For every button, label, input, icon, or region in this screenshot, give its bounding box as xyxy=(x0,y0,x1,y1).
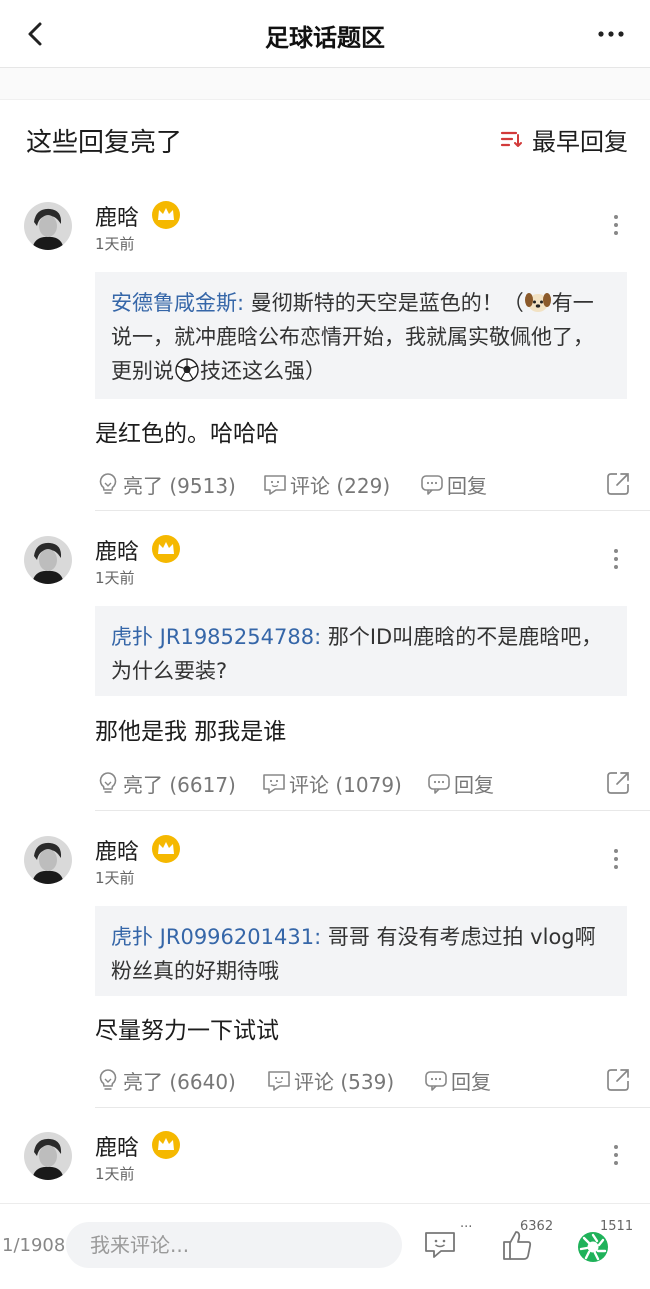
reply-button[interactable]: 回复 xyxy=(426,768,494,798)
lightbulb-icon xyxy=(99,1069,117,1090)
post-time: 1天前 xyxy=(95,235,135,253)
avatar[interactable] xyxy=(24,536,72,584)
username[interactable]: 鹿晗 xyxy=(95,534,139,566)
quoted-comment[interactable]: 安德鲁咸金斯: 曼彻斯特的天空是蓝色的！（ 有一说一，就冲鹿晗公布恋情开始，我就… xyxy=(95,272,627,399)
username[interactable]: 鹿晗 xyxy=(95,834,139,866)
user-photo xyxy=(24,1132,72,1180)
crown-badge-icon xyxy=(152,535,180,563)
lightbulb-icon xyxy=(99,473,117,494)
sort-toggle[interactable]: 最早回复 xyxy=(500,124,628,156)
vertical-ellipsis-icon xyxy=(614,215,618,235)
comment-button[interactable]: 评论 (229) xyxy=(262,469,390,499)
reply-label: 回复 xyxy=(447,473,487,498)
comment-badge: ... xyxy=(460,1216,473,1231)
avatar[interactable] xyxy=(24,1132,72,1180)
light-count: 亮了 (6640) xyxy=(123,1069,236,1094)
share-arrow-icon[interactable] xyxy=(605,471,631,497)
sort-lines-icon xyxy=(500,131,522,147)
post-time: 1天前 xyxy=(95,869,135,887)
shutter-icon[interactable] xyxy=(576,1230,610,1264)
post-actions: 亮了 (6617) 评论 (1079) 回复 xyxy=(95,768,635,798)
dog-face-emoji xyxy=(524,293,551,312)
header-separator-band xyxy=(0,68,650,100)
sort-label: 最早回复 xyxy=(532,127,628,156)
username[interactable]: 鹿晗 xyxy=(95,200,139,232)
comment-button[interactable]: 评论 (1079) xyxy=(261,768,402,798)
page-title: 足球话题区 xyxy=(265,24,385,52)
reply-content: 尽量努力一下试试 xyxy=(95,1018,279,1044)
quote-author[interactable]: 安德鲁咸金斯: xyxy=(111,291,244,315)
post-menu-button[interactable] xyxy=(606,846,626,872)
post-time: 1天前 xyxy=(95,569,135,587)
reply-bubble-icon xyxy=(421,475,443,495)
reply-label: 回复 xyxy=(454,772,494,797)
quote-author[interactable]: 虎扑 JR0996201431: xyxy=(111,925,321,949)
quoted-comment[interactable]: 虎扑 JR0996201431: 哥哥 有没有考虑过拍 vlog啊 粉丝真的好期… xyxy=(95,906,627,996)
post-time: 1天前 xyxy=(95,1165,135,1183)
top-nav-bar: 足球话题区 xyxy=(0,0,650,68)
quote-text: 曼彻斯特的天空是蓝色的！（ xyxy=(244,291,524,315)
quoted-comment[interactable]: 虎扑 JR1985254788: 那个ID叫鹿晗的不是鹿晗吧，为什么要装? xyxy=(95,606,627,696)
reply-bubble-icon xyxy=(425,1071,447,1091)
post-divider xyxy=(95,510,650,511)
share-arrow-icon[interactable] xyxy=(605,1067,631,1093)
light-count: 亮了 (9513) xyxy=(123,473,236,498)
user-photo xyxy=(24,836,72,884)
light-button[interactable]: 亮了 (9513) xyxy=(95,469,236,499)
light-button[interactable]: 亮了 (6617) xyxy=(95,768,236,798)
username[interactable]: 鹿晗 xyxy=(95,1130,139,1162)
ellipsis-icon xyxy=(598,31,624,37)
crown-badge-icon xyxy=(152,1131,180,1159)
reply-label: 回复 xyxy=(451,1069,491,1094)
reply-bubble-icon xyxy=(428,774,450,794)
post-actions: 亮了 (9513) 评论 (229) 回复 xyxy=(95,469,635,499)
comment-bubble-icon[interactable] xyxy=(424,1230,456,1260)
quote-author[interactable]: 虎扑 JR1985254788: xyxy=(111,625,321,649)
share-count: 1511 xyxy=(600,1219,634,1234)
comment-button[interactable]: 评论 (539) xyxy=(266,1065,394,1095)
post-menu-button[interactable] xyxy=(606,212,626,238)
avatar[interactable] xyxy=(24,836,72,884)
bottom-comment-bar: 1/1908 ... 6362 1511 xyxy=(0,1203,650,1289)
vertical-ellipsis-icon xyxy=(614,549,618,569)
post-divider xyxy=(95,1107,650,1108)
page-counter: 1/1908 xyxy=(2,1235,66,1256)
avatar[interactable] xyxy=(24,202,72,250)
comment-bubble-icon xyxy=(264,475,286,495)
more-options-button[interactable] xyxy=(596,20,626,48)
light-button[interactable]: 亮了 (6640) xyxy=(95,1065,236,1095)
user-photo xyxy=(24,536,72,584)
post-divider xyxy=(95,810,650,811)
post-menu-button[interactable] xyxy=(606,1142,626,1168)
crown-badge-icon xyxy=(152,835,180,863)
post-menu-button[interactable] xyxy=(606,546,626,572)
comment-input[interactable] xyxy=(66,1222,402,1268)
share-arrow-icon[interactable] xyxy=(605,770,631,796)
reply-content: 是红色的。哈哈哈 xyxy=(95,421,279,447)
user-photo xyxy=(24,202,72,250)
like-count: 6362 xyxy=(520,1219,554,1234)
reply-button[interactable]: 回复 xyxy=(423,1065,491,1095)
comment-count: 评论 (1079) xyxy=(289,772,402,797)
quote-text: 技还这么强） xyxy=(200,359,326,383)
soccer-ball-emoji xyxy=(175,358,199,382)
vertical-ellipsis-icon xyxy=(614,849,618,869)
comment-bubble-icon xyxy=(268,1071,290,1091)
crown-badge-icon xyxy=(152,201,180,229)
reply-content: 那他是我 那我是谁 xyxy=(95,719,287,745)
lightbulb-icon xyxy=(99,772,117,793)
comment-count: 评论 (539) xyxy=(294,1069,395,1094)
light-count: 亮了 (6617) xyxy=(123,772,236,797)
section-title: 这些回复亮了 xyxy=(26,128,183,158)
comment-count: 评论 (229) xyxy=(290,473,391,498)
vertical-ellipsis-icon xyxy=(614,1145,618,1165)
reply-button[interactable]: 回复 xyxy=(419,469,487,499)
post-actions: 亮了 (6640) 评论 (539) 回复 xyxy=(95,1065,635,1095)
comment-bubble-icon xyxy=(263,774,285,794)
